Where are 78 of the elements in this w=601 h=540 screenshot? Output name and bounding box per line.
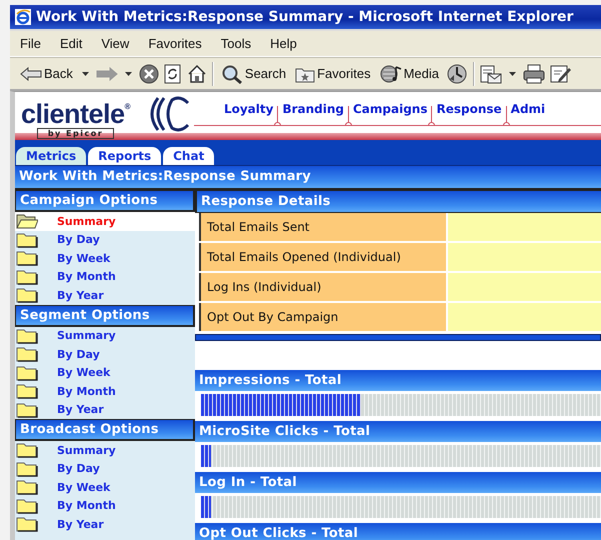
home-icon[interactable] [186, 64, 207, 84]
sidebar-item[interactable]: By Month [15, 382, 195, 400]
nav-link[interactable]: Admi [510, 102, 550, 125]
search-icon [220, 64, 243, 84]
sidebar-item[interactable]: By Day [15, 460, 195, 478]
table-cell: Log Ins (Individual) [199, 273, 446, 301]
menu-item[interactable]: Edit [60, 36, 94, 51]
sidebar-item[interactable]: By Month [15, 268, 195, 286]
folder-icon [16, 213, 38, 230]
table-cell: Total Emails Opened (Individual) [199, 243, 446, 271]
sidebar-item[interactable]: By Month [15, 496, 195, 515]
folder-icon [16, 232, 38, 248]
sidebar-item[interactable]: By Day [15, 230, 195, 249]
menu-item[interactable]: File [20, 36, 52, 51]
sidebar-item[interactable]: By Week [15, 478, 195, 496]
folder-icon [16, 460, 38, 477]
section-header: Log In - Total [195, 472, 601, 493]
media-button[interactable]: Media [378, 62, 441, 86]
folder-icon [16, 479, 38, 496]
browser-icon [15, 9, 31, 25]
favorites-button[interactable]: Favorites [293, 62, 373, 86]
sidebar-item[interactable]: By Year [15, 286, 195, 304]
table-cell: Total Emails Sent [199, 213, 446, 241]
folder-icon [16, 346, 38, 362]
sidebar-item[interactable]: By Week [15, 249, 195, 268]
folder-icon [16, 383, 38, 400]
brand-name: clientele$^{®}$ [21, 98, 130, 127]
menu-item[interactable]: Tools [220, 36, 262, 51]
brand-tagline: by Epicor [36, 128, 114, 139]
section-header: Impressions - Total [195, 370, 601, 391]
nav-link[interactable]: Campaigns [353, 102, 432, 125]
folder-icon [16, 287, 38, 304]
section-header: Campaign Options [15, 190, 195, 212]
nav-link[interactable]: Response [436, 102, 506, 125]
page-title: Work With Metrics:Response Summary [15, 165, 601, 190]
folder-icon [16, 328, 38, 344]
folder-icon [16, 402, 38, 418]
caret-icon[interactable] [82, 72, 89, 76]
sidebar-item[interactable]: By Day [15, 345, 195, 364]
folder-icon [16, 516, 38, 532]
sidebar-item[interactable]: By Week [15, 364, 195, 382]
folder-icon [16, 498, 38, 514]
folder-icon [16, 268, 38, 285]
folder-icon [16, 250, 38, 266]
tab[interactable]: Metrics [16, 147, 86, 165]
section-header: Opt Out Clicks - Total [195, 523, 601, 540]
menu-item[interactable]: View [101, 36, 140, 51]
sidebar-item[interactable]: Summary [15, 441, 195, 460]
section-header: MicroSite Clicks - Total [195, 421, 601, 442]
sidebar-item[interactable]: By Year [15, 515, 195, 534]
window-title: Work With Metrics:Response Summary - Microsoft Internet Explorer [36, 9, 574, 25]
history-icon[interactable] [446, 62, 468, 84]
sidebar-item[interactable]: By Year [15, 400, 195, 419]
nav-link[interactable]: Branding [282, 102, 348, 125]
folder-icon [16, 364, 38, 381]
nav-link[interactable]: Loyalty [224, 102, 278, 125]
section-header: Segment Options [15, 304, 195, 326]
section-header: Broadcast Options [15, 419, 195, 441]
back-button[interactable]: Back [18, 62, 75, 86]
caret-icon[interactable] [509, 72, 516, 76]
sidebar-item[interactable]: Summary [15, 326, 195, 345]
printer-icon[interactable] [523, 64, 545, 84]
caret-icon[interactable] [124, 72, 132, 76]
media-icon [380, 64, 402, 84]
tab[interactable]: Chat [163, 147, 214, 165]
folder-icon [16, 442, 38, 458]
mail-icon[interactable] [480, 64, 502, 84]
edit-icon[interactable] [550, 64, 572, 84]
sidebar-item[interactable]: Summary [15, 212, 195, 230]
section-header: Response Details [195, 190, 601, 213]
stop-icon[interactable] [138, 64, 159, 84]
table-cell: Opt Out By Campaign [199, 303, 446, 331]
menu-item[interactable]: Help [270, 36, 308, 51]
refresh-icon[interactable] [164, 64, 182, 84]
menu-item[interactable]: Favorites [148, 36, 213, 51]
tab[interactable]: Reports [88, 147, 162, 165]
search-button[interactable]: Search [218, 62, 288, 86]
arrow-left-icon [20, 66, 42, 80]
